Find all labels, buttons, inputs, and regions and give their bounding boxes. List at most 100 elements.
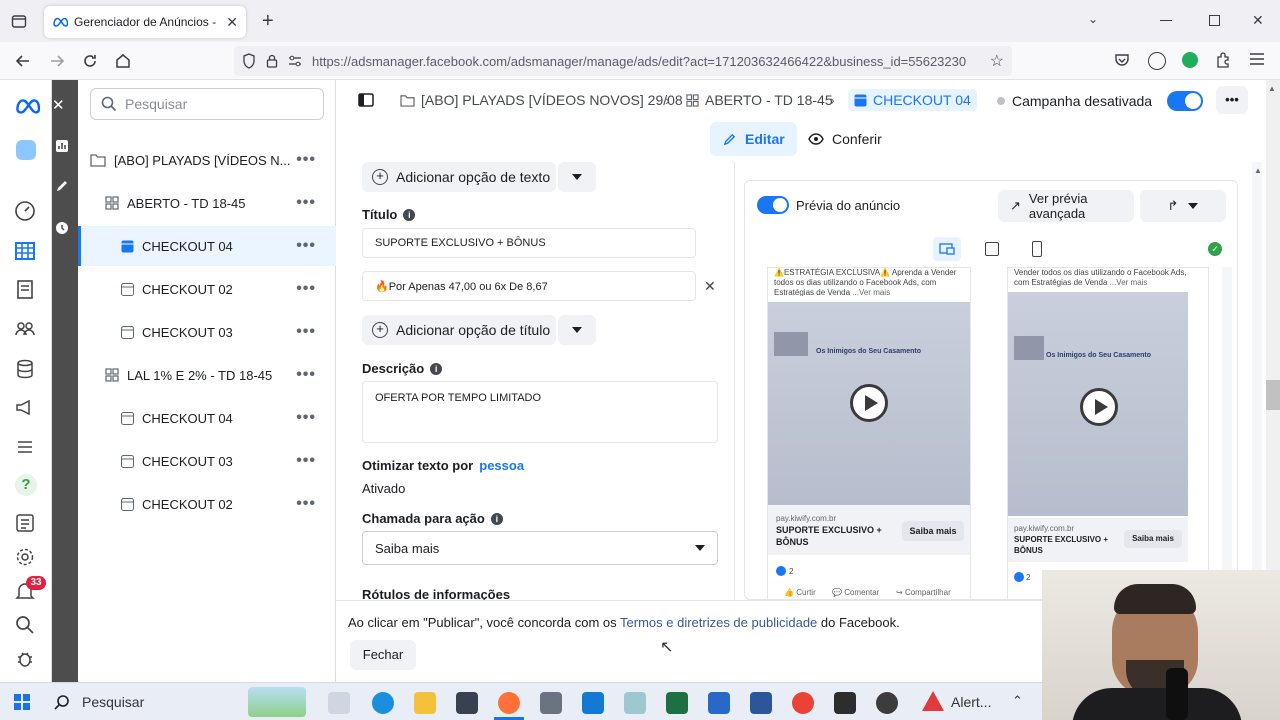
back-icon[interactable] — [14, 52, 32, 70]
meta-logo-icon[interactable] — [14, 98, 40, 122]
tree-item-ad[interactable]: CHECKOUT 03 ••• — [78, 441, 336, 481]
ads-manager-table-icon[interactable] — [14, 240, 38, 264]
edit-pencil-icon[interactable] — [54, 178, 70, 194]
pages-icon[interactable] — [14, 278, 38, 302]
settings-gear-icon[interactable] — [14, 546, 38, 570]
extensions-puzzle-icon[interactable] — [1215, 52, 1231, 68]
lock-icon[interactable] — [266, 54, 278, 68]
more-options-icon[interactable]: ••• — [296, 366, 316, 384]
extension-grammarly-icon[interactable] — [1182, 52, 1198, 68]
tab-overview-icon[interactable] — [11, 13, 27, 29]
page-scrollbar[interactable]: ▲ — [1266, 80, 1280, 570]
close-button[interactable]: Fechar — [350, 640, 416, 670]
all-tools-icon[interactable] — [14, 436, 38, 460]
cta-preview-button[interactable]: Saiba mais — [1124, 530, 1182, 548]
browser-tab-active[interactable]: Gerenciador de Anúncios - Gere ✕ — [44, 6, 246, 38]
chrome-icon[interactable] — [792, 692, 814, 714]
close-panel-icon[interactable]: ✕ — [52, 96, 65, 114]
file-explorer-icon[interactable] — [414, 692, 436, 714]
tree-item-ad-selected[interactable]: CHECKOUT 04 ••• — [78, 226, 336, 266]
tray-chevron-up-icon[interactable]: ⌃ — [1012, 693, 1023, 709]
permissions-icon[interactable] — [288, 55, 302, 67]
toggle-sidebar-icon[interactable] — [358, 92, 374, 108]
info-icon[interactable]: i — [403, 208, 416, 221]
new-tab-icon[interactable]: + — [262, 10, 274, 33]
link-attachment[interactable]: pay.kiwify.com.br SUPORTE EXCLUSIVO + BÔ… — [768, 505, 970, 555]
minimize-icon[interactable] — [1160, 20, 1172, 21]
placement-story-icon[interactable] — [1032, 241, 1042, 257]
info-icon[interactable]: i — [490, 512, 503, 525]
optimize-text-link[interactable]: pessoa — [479, 458, 524, 473]
account-avatar[interactable] — [16, 140, 36, 160]
link-attachment[interactable]: pay.kiwify.com.br SUPORTE EXCLUSIVO + BÔ… — [1008, 518, 1188, 562]
capcut-icon[interactable] — [834, 692, 856, 714]
taskbar-search-input[interactable]: Pesquisar — [82, 694, 144, 710]
forward-icon[interactable] — [48, 52, 66, 70]
more-options-icon[interactable]: ••• — [296, 495, 316, 513]
address-bar[interactable]: https://adsmanager.facebook.com/adsmanag… — [234, 46, 1012, 76]
add-text-option-dropdown[interactable] — [558, 162, 596, 192]
edge-browser-icon[interactable] — [372, 692, 394, 714]
task-view-icon[interactable] — [328, 692, 350, 714]
cta-select[interactable]: Saiba mais — [362, 531, 718, 565]
title-field-1[interactable]: SUPORTE EXCLUSIVO + BÔNUS — [362, 228, 696, 258]
windows-start-icon[interactable] — [14, 694, 30, 710]
tree-item-ad[interactable]: CHECKOUT 02 ••• — [78, 484, 336, 524]
account-icon[interactable] — [1148, 52, 1166, 70]
title-field-2[interactable]: 🔥Por Apenas 47,00 ou 6x De 8,67 — [362, 271, 696, 301]
obs-icon[interactable] — [876, 692, 898, 714]
excel-icon[interactable] — [666, 692, 688, 714]
tree-item-ad[interactable]: CHECKOUT 03 ••• — [78, 312, 336, 352]
pocket-icon[interactable] — [1114, 52, 1130, 68]
tree-item-campaign[interactable]: [ABO] PLAYADS [VÍDEOS N... ••• — [78, 140, 336, 180]
video-thumbnail[interactable]: Os Inimigos do Seu Casamento — [768, 302, 970, 505]
terms-link[interactable]: Termos e diretrizes de publicidade — [620, 615, 817, 630]
close-tab-icon[interactable]: ✕ — [226, 14, 238, 31]
breadcrumb-ad[interactable]: CHECKOUT 04 — [848, 89, 977, 111]
reports-icon[interactable] — [14, 512, 38, 536]
word-icon[interactable] — [750, 692, 772, 714]
list-tabs-icon[interactable]: ⌄ — [1088, 12, 1098, 26]
tree-item-adset[interactable]: LAL 1% E 2% - TD 18-45 ••• — [78, 355, 336, 395]
alert-icon[interactable] — [922, 691, 944, 711]
window-close-icon[interactable]: ✕ — [1252, 12, 1264, 29]
tree-item-ad[interactable]: CHECKOUT 04 ••• — [78, 398, 336, 438]
dashboard-gauge-icon[interactable] — [14, 200, 38, 224]
placement-feed-icon[interactable] — [985, 242, 999, 256]
bookmark-star-icon[interactable]: ☆ — [990, 51, 1004, 71]
play-icon[interactable] — [1080, 388, 1118, 426]
firefox-icon[interactable] — [498, 692, 520, 714]
add-title-option-button[interactable]: + Adicionar opção de título — [362, 315, 556, 345]
advanced-preview-button[interactable]: ↗ Ver prévia avançada — [998, 190, 1134, 222]
chart-icon[interactable] — [54, 138, 70, 154]
video-thumbnail[interactable]: Os Inimigos do Seu Casamento — [1008, 292, 1188, 516]
description-field[interactable]: OFERTA POR TEMPO LIMITADO — [362, 381, 718, 443]
play-icon[interactable] — [850, 384, 888, 422]
breadcrumb-adset[interactable]: ABERTO - TD 18-45 — [686, 92, 833, 108]
tree-item-ad[interactable]: CHECKOUT 02 ••• — [78, 269, 336, 309]
form-scrollbar[interactable]: ▲ — [1252, 162, 1262, 600]
info-icon[interactable]: i — [430, 362, 443, 375]
see-more-link[interactable]: ...Ver mais — [1110, 278, 1148, 287]
reload-icon[interactable] — [81, 52, 99, 70]
more-options-icon[interactable]: ••• — [296, 151, 316, 169]
tree-item-adset[interactable]: ABERTO - TD 18-45 ••• — [78, 183, 336, 223]
url-text[interactable]: https://adsmanager.facebook.com/adsmanag… — [312, 54, 980, 69]
like-action[interactable]: 👍 Curtir — [784, 588, 816, 598]
amazon-icon[interactable] — [456, 692, 478, 714]
search-icon[interactable] — [14, 614, 38, 638]
megaphone-icon[interactable] — [14, 396, 38, 420]
help-icon[interactable]: ? — [15, 474, 37, 496]
shield-icon[interactable] — [242, 53, 256, 69]
more-options-icon[interactable]: ••• — [296, 452, 316, 470]
history-clock-icon[interactable] — [54, 220, 70, 236]
alert-app-label[interactable]: Alert... — [951, 694, 991, 710]
search-highlight-image[interactable] — [248, 687, 306, 717]
remove-title-icon[interactable]: ✕ — [704, 278, 716, 295]
add-text-option-button[interactable]: + Adicionar opção de texto — [362, 162, 556, 192]
placement-multiple-icon[interactable] — [933, 237, 961, 261]
breadcrumb-campaign[interactable]: [ABO] PLAYADS [VÍDEOS NOVOS] 29/08 — [400, 92, 683, 108]
bug-report-icon[interactable] — [14, 648, 38, 672]
calculator-icon[interactable] — [540, 692, 562, 714]
add-title-option-dropdown[interactable] — [558, 315, 596, 345]
